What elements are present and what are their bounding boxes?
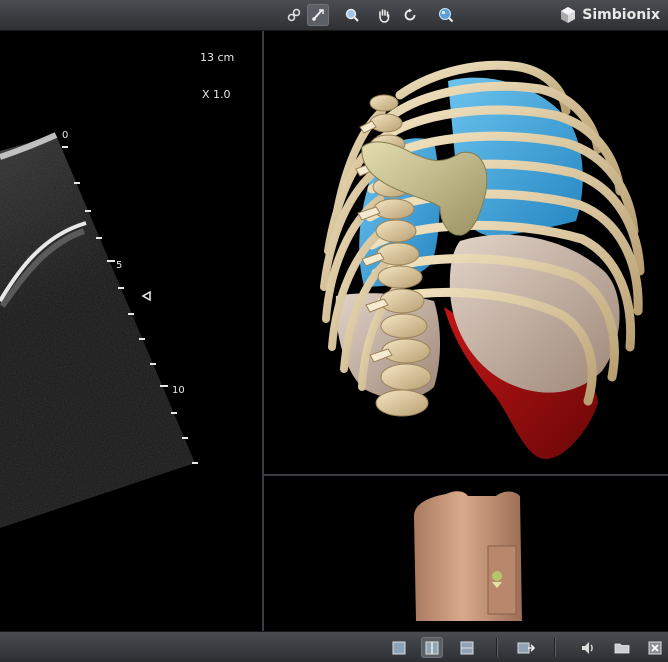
top-toolbar: Simbionix bbox=[0, 0, 668, 31]
folder-button[interactable] bbox=[611, 637, 633, 658]
simbionix-logo-icon bbox=[561, 7, 576, 23]
pan-button[interactable] bbox=[373, 4, 395, 26]
dual-view-button[interactable] bbox=[421, 637, 443, 658]
brand-name: Simbionix bbox=[582, 7, 660, 23]
single-view-icon bbox=[392, 641, 406, 654]
triple-view-button[interactable] bbox=[456, 637, 478, 658]
phantom-view[interactable] bbox=[264, 476, 668, 631]
depth-label: 13 cm bbox=[200, 51, 235, 64]
bottom-toolbar bbox=[0, 631, 668, 662]
link-tool-button[interactable] bbox=[283, 4, 305, 26]
audio-button[interactable] bbox=[577, 637, 599, 658]
export-button[interactable] bbox=[515, 637, 537, 658]
scale-tick-label: 0 bbox=[62, 130, 69, 141]
probe-tool-icon bbox=[312, 9, 324, 21]
zoom-sphere-icon bbox=[439, 8, 454, 23]
zoom-icon bbox=[345, 8, 359, 22]
toolbar-separator bbox=[554, 638, 555, 657]
ultrasound-view[interactable]: 13 cm X 1.0 0 5 10 bbox=[0, 31, 262, 631]
triple-view-icon bbox=[460, 641, 474, 654]
probe-tool-button[interactable] bbox=[307, 4, 329, 26]
toolbar-separator bbox=[496, 638, 497, 657]
close-button[interactable] bbox=[644, 637, 666, 658]
dual-view-icon bbox=[425, 641, 439, 654]
zoom-label: X 1.0 bbox=[202, 88, 231, 101]
zoom-button[interactable] bbox=[341, 4, 363, 26]
rotate-icon bbox=[404, 8, 416, 21]
brand-logo: Simbionix bbox=[559, 5, 660, 25]
close-icon bbox=[648, 641, 662, 654]
link-icon bbox=[287, 8, 301, 22]
single-view-button[interactable] bbox=[388, 637, 410, 658]
anatomy-3d-view[interactable] bbox=[264, 31, 668, 474]
zoom-sphere-button[interactable] bbox=[435, 4, 457, 26]
scale-tick-label: 5 bbox=[116, 260, 123, 271]
phantom-model bbox=[414, 491, 522, 621]
rotate-button[interactable] bbox=[399, 4, 421, 26]
audio-icon bbox=[582, 641, 593, 654]
ultrasound-image bbox=[0, 132, 198, 528]
anatomy-model bbox=[320, 60, 645, 459]
pan-hand-icon bbox=[379, 9, 390, 23]
export-icon bbox=[517, 642, 535, 653]
scale-tick-label: 10 bbox=[172, 385, 185, 396]
folder-icon bbox=[614, 643, 630, 653]
